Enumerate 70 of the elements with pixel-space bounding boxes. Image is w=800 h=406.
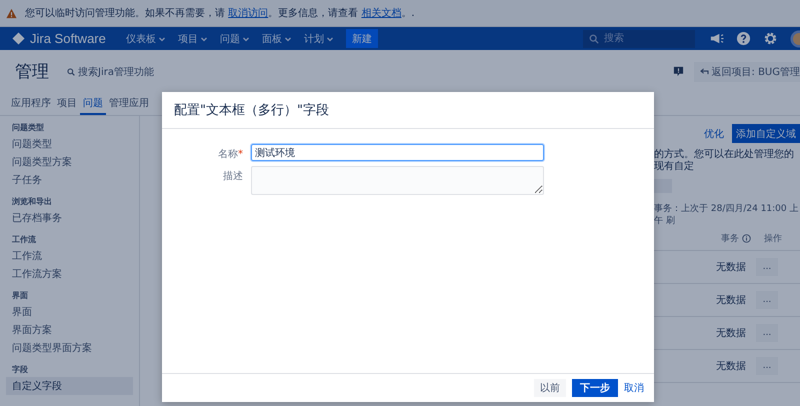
avatar-icon[interactable] xyxy=(790,30,800,48)
refresh-note: 事务：上次于 28/四月/24 11:00 上午 刷 xyxy=(654,203,800,227)
chevron-down-icon xyxy=(284,34,292,42)
column-header: 事务 xyxy=(721,232,739,245)
table-cell-text: 无数据 xyxy=(716,261,746,274)
chevron-down-icon xyxy=(200,34,208,42)
section-heading: 工作流 xyxy=(11,234,37,245)
previous-button[interactable]: 以前 xyxy=(534,379,566,397)
nav-menu[interactable]: 计划 xyxy=(298,32,340,46)
description-text: 的方式。您可以在此处管理您的现有自定 xyxy=(654,149,795,173)
field-label: 名称* xyxy=(217,148,244,161)
add-custom-field-button[interactable]: 添加自定义域 xyxy=(732,124,800,143)
sidebar-item[interactable]: 问题类型界面方案 xyxy=(6,339,133,357)
sidebar-item[interactable]: 工作流 xyxy=(6,247,133,265)
settings-icon[interactable] xyxy=(763,31,778,46)
more-actions-button[interactable]: ... xyxy=(756,291,778,309)
search-icon xyxy=(67,68,75,76)
cancel-link[interactable]: 取消 xyxy=(624,381,644,395)
nav-menu[interactable]: 项目 xyxy=(172,32,214,46)
megaphone-icon[interactable] xyxy=(709,31,724,46)
tab[interactable]: 项目 xyxy=(54,93,80,115)
feedback-icon[interactable] xyxy=(672,66,684,77)
more-actions-button[interactable]: ... xyxy=(756,357,778,375)
optimize-link[interactable]: 优化 xyxy=(704,126,724,140)
tab[interactable]: 应用程序 xyxy=(8,93,54,115)
chevron-down-icon xyxy=(326,34,334,42)
next-button[interactable]: 下一步 xyxy=(572,379,618,397)
back-arrow-icon xyxy=(700,68,709,75)
nav-menu[interactable]: 面板 xyxy=(256,32,298,46)
sidebar-item[interactable]: 自定义字段 xyxy=(6,377,133,395)
section-heading: 界面 xyxy=(11,290,29,301)
field-label: 描述 xyxy=(222,170,244,183)
create-button[interactable]: 新建 xyxy=(346,29,378,48)
chevron-down-icon xyxy=(242,34,250,42)
more-actions-button[interactable]: ... xyxy=(756,258,778,276)
dialog-title: 配置"文本框（多行）"字段 xyxy=(174,102,329,119)
name-input-field[interactable]: 测试环境 xyxy=(251,144,544,161)
banner-message: 您可以临时访问管理功能。如果不再需要，请 取消访问。更多信息，请查看 相关文档。. xyxy=(25,6,415,20)
search-field[interactable]: 搜索 xyxy=(583,30,695,48)
page-title: 管理 xyxy=(15,61,49,83)
help-icon[interactable] xyxy=(736,31,751,46)
table-cell-text: 无数据 xyxy=(716,294,746,307)
column-header: 操作 xyxy=(764,232,782,245)
info-icon xyxy=(742,234,751,243)
nav-menu[interactable]: 仪表板 xyxy=(120,32,172,46)
link[interactable]: 取消访问 xyxy=(228,8,268,19)
sidebar-item[interactable]: 工作流方案 xyxy=(6,265,133,283)
app-logo[interactable]: Jira Software xyxy=(30,31,106,46)
tab[interactable]: 管理应用 xyxy=(106,93,152,115)
logo-icon[interactable] xyxy=(12,32,25,45)
section-heading: 浏览和导出 xyxy=(11,196,53,207)
sidebar-item[interactable]: 界面方案 xyxy=(6,321,133,339)
nav-menu[interactable]: 问题 xyxy=(214,32,256,46)
sidebar-item[interactable]: 问题类型 xyxy=(6,135,133,153)
section-heading: 字段 xyxy=(11,364,29,375)
filter-field[interactable] xyxy=(654,179,672,193)
tab[interactable]: 问题 xyxy=(80,93,106,115)
sidebar-item[interactable]: 界面 xyxy=(6,303,133,321)
section-heading: 问题类型 xyxy=(11,122,45,133)
warning-icon xyxy=(6,8,17,18)
table-cell-text: 无数据 xyxy=(716,327,746,340)
sidebar-item[interactable]: 子任务 xyxy=(6,171,133,189)
sidebar-item[interactable]: 问题类型方案 xyxy=(6,153,133,171)
more-actions-button[interactable]: ... xyxy=(756,324,778,342)
chevron-down-icon xyxy=(158,34,166,42)
link[interactable]: 相关文档 xyxy=(361,8,402,19)
sidebar-item[interactable]: 已存档事务 xyxy=(6,209,133,227)
admin-search-link[interactable]: 搜索Jira管理功能 xyxy=(67,64,154,78)
table-cell-text: 无数据 xyxy=(716,360,746,373)
back-to-project-button[interactable]: 返回项目: BUG管理 xyxy=(694,62,800,82)
